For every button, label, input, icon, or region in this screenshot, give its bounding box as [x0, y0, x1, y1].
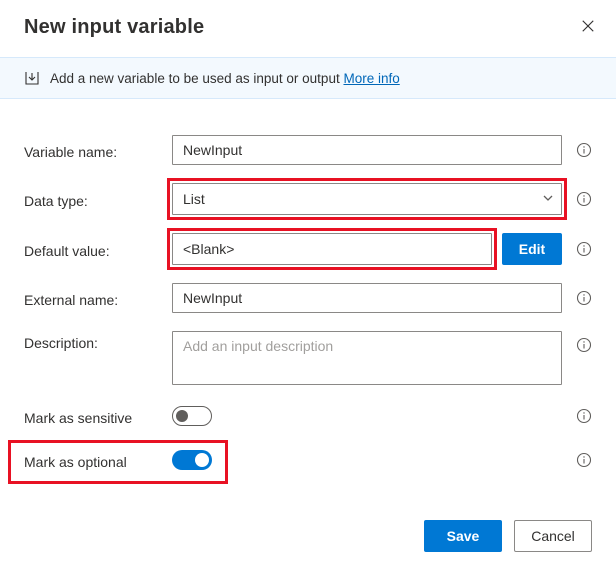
info-icon[interactable]	[576, 241, 592, 257]
toggle-knob	[195, 453, 209, 467]
close-button[interactable]	[574, 12, 602, 40]
cancel-button[interactable]: Cancel	[514, 520, 592, 552]
default-value-text: <Blank>	[183, 241, 234, 257]
info-icon[interactable]	[576, 290, 592, 306]
info-icon[interactable]	[576, 452, 592, 468]
info-icon[interactable]	[576, 191, 592, 207]
mark-optional-label: Mark as optional	[24, 450, 172, 470]
variable-name-input[interactable]	[172, 135, 562, 165]
info-icon[interactable]	[576, 142, 592, 158]
data-type-label: Data type:	[24, 189, 172, 209]
external-name-label: External name:	[24, 288, 172, 308]
download-icon	[24, 70, 40, 86]
toggle-knob	[176, 410, 188, 422]
external-name-input[interactable]	[172, 283, 562, 313]
info-icon[interactable]	[576, 408, 592, 424]
data-type-value: List	[183, 191, 205, 207]
more-info-link[interactable]: More info	[343, 71, 399, 86]
mark-sensitive-label: Mark as sensitive	[24, 406, 172, 426]
info-banner: Add a new variable to be used as input o…	[0, 57, 616, 99]
banner-text: Add a new variable to be used as input o…	[50, 71, 340, 86]
data-type-select[interactable]: List	[172, 183, 562, 215]
mark-sensitive-toggle[interactable]	[172, 406, 212, 426]
info-icon[interactable]	[576, 337, 592, 353]
edit-button[interactable]: Edit	[502, 233, 562, 265]
mark-optional-toggle[interactable]	[172, 450, 212, 470]
default-value-field: <Blank>	[172, 233, 492, 265]
description-label: Description:	[24, 331, 172, 351]
close-icon	[581, 19, 595, 33]
variable-name-label: Variable name:	[24, 140, 172, 160]
default-value-label: Default value:	[24, 239, 172, 259]
description-input[interactable]	[172, 331, 562, 385]
save-button[interactable]: Save	[424, 520, 502, 552]
dialog-title: New input variable	[24, 16, 592, 39]
